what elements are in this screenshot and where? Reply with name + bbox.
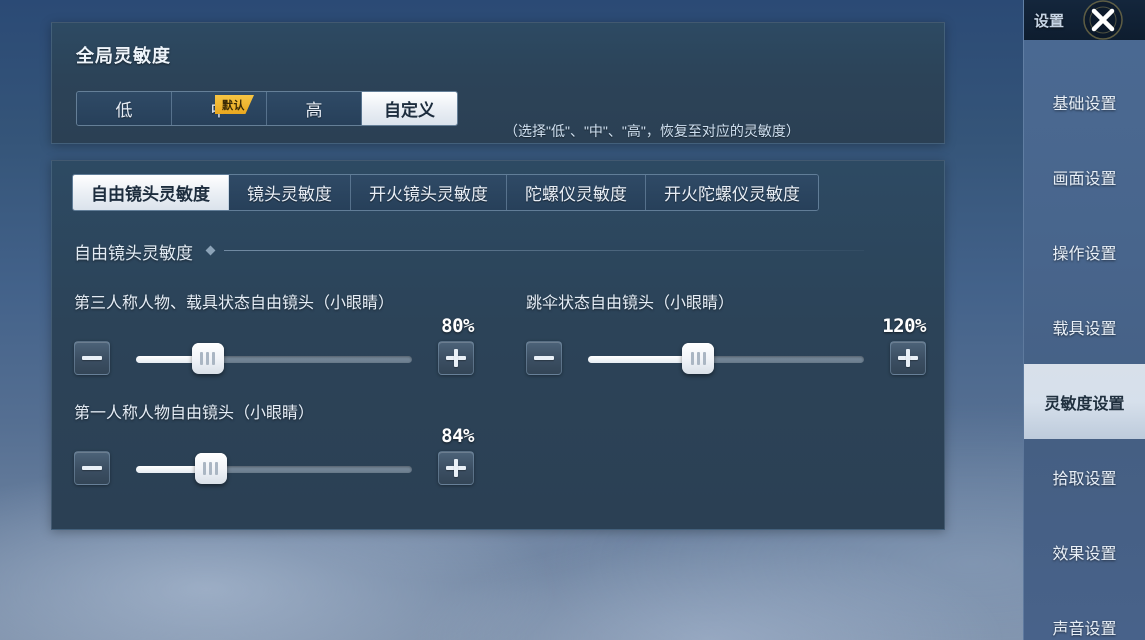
tab-free-camera-sensitivity[interactable]: 自由镜头灵敏度 [73, 175, 229, 210]
slider-track[interactable] [136, 356, 412, 363]
minus-icon [82, 356, 102, 360]
slider-decrease-button[interactable] [74, 341, 110, 375]
tab-label-gyroscope: 陀螺仪灵敏度 [525, 185, 627, 204]
sidebar-item-controls[interactable]: 操作设置 [1024, 214, 1145, 289]
slider-label-third-person-vehicle: 第三人称人物、载具状态自由镜头（小眼睛） [74, 295, 395, 312]
slider-row: 跳伞状态自由镜头（小眼睛） 120% [526, 289, 926, 397]
grip-line-icon [690, 352, 694, 365]
preset-button-custom[interactable]: 自定义 [362, 92, 457, 125]
sensitivity-detail-panel: 自由镜头灵敏度 镜头灵敏度 开火镜头灵敏度 陀螺仪灵敏度 开火陀螺仪灵敏度 自由… [51, 160, 945, 530]
tab-fire-camera-sensitivity[interactable]: 开火镜头灵敏度 [351, 175, 507, 210]
grip-line-icon [203, 462, 207, 475]
slider-row: 第三人称人物、载具状态自由镜头（小眼睛） 80% [74, 289, 474, 397]
slider-label-first-person: 第一人称人物自由镜头（小眼睛） [74, 405, 315, 422]
plus-icon [454, 459, 458, 477]
diamond-separator-icon [205, 245, 216, 256]
sidebar-item-pickup[interactable]: 拾取设置 [1024, 439, 1145, 514]
slider-track[interactable] [136, 466, 412, 473]
preset-button-group: 低 中 高 自定义 [76, 91, 458, 126]
plus-icon [906, 349, 910, 367]
preset-button-low[interactable]: 低 [77, 92, 172, 125]
sidebar-item-audio[interactable]: 声音设置 [1024, 589, 1145, 640]
sidebar-item-basic[interactable]: 基础设置 [1024, 64, 1145, 139]
sidebar-label-graphics: 画面设置 [1052, 170, 1117, 188]
header-divider-line [224, 250, 864, 251]
sidebar-item-vehicle[interactable]: 载具设置 [1024, 289, 1145, 364]
preset-label-low: 低 [115, 101, 133, 120]
tab-label-free-camera: 自由镜头灵敏度 [91, 185, 210, 204]
sidebar-label-controls: 操作设置 [1052, 245, 1117, 263]
slider-handle[interactable] [682, 343, 715, 374]
preset-hint-text: （选择"低"、"中"、"高"，恢复至对应的灵敏度） [504, 123, 800, 139]
preset-button-high[interactable]: 高 [267, 92, 362, 125]
sidebar-label-pickup: 拾取设置 [1052, 470, 1117, 488]
minus-icon [82, 466, 102, 470]
slider-value-first-person: 84% [441, 425, 474, 447]
slider-track-area[interactable] [136, 451, 412, 485]
slider-increase-button[interactable] [438, 451, 474, 485]
grip-line-icon [200, 352, 204, 365]
slider-increase-button[interactable] [438, 341, 474, 375]
preset-label-custom: 自定义 [384, 101, 435, 120]
grip-line-icon [206, 352, 210, 365]
tab-fire-gyroscope-sensitivity[interactable]: 开火陀螺仪灵敏度 [646, 175, 818, 210]
tab-label-camera: 镜头灵敏度 [247, 185, 332, 204]
grip-line-icon [215, 462, 219, 475]
tab-label-fire-camera: 开火镜头灵敏度 [369, 185, 488, 204]
grip-line-icon [212, 352, 216, 365]
section-header-label: 自由镜头灵敏度 [74, 244, 193, 263]
sidebar-label-vehicle: 载具设置 [1052, 320, 1117, 338]
settings-content-area: 全局灵敏度 默认 低 中 高 自定义 （选择"低"、"中"、"高"，恢复至对应的… [0, 0, 1023, 640]
sidebar-label-effects: 效果设置 [1052, 545, 1117, 563]
tab-camera-sensitivity[interactable]: 镜头灵敏度 [229, 175, 351, 210]
slider-increase-button[interactable] [890, 341, 926, 375]
global-sensitivity-title: 全局灵敏度 [76, 46, 171, 66]
sidebar-header: 设置 [1024, 0, 1145, 40]
slider-track-area[interactable] [588, 341, 864, 375]
sidebar-item-graphics[interactable]: 画面设置 [1024, 139, 1145, 214]
close-x-icon[interactable] [1079, 0, 1127, 44]
slider-value-parachute: 120% [882, 315, 926, 337]
sidebar-item-effects[interactable]: 效果设置 [1024, 514, 1145, 589]
sidebar-label-basic: 基础设置 [1052, 95, 1117, 113]
grip-line-icon [696, 352, 700, 365]
plus-icon [454, 349, 458, 367]
sidebar-label-sensitivity: 灵敏度设置 [1044, 395, 1125, 413]
slider-value-third-person-vehicle: 80% [441, 315, 474, 337]
slider-handle[interactable] [194, 453, 227, 484]
sidebar-menu: 基础设置 画面设置 操作设置 载具设置 灵敏度设置 拾取设置 效果设置 声音设置 [1024, 40, 1145, 640]
preset-label-high: 高 [305, 101, 323, 120]
slider-decrease-button[interactable] [74, 451, 110, 485]
slider-decrease-button[interactable] [526, 341, 562, 375]
minus-icon [534, 356, 554, 360]
slider-track[interactable] [588, 356, 864, 363]
sensitivity-tab-strip: 自由镜头灵敏度 镜头灵敏度 开火镜头灵敏度 陀螺仪灵敏度 开火陀螺仪灵敏度 [72, 174, 819, 211]
slider-track-area[interactable] [136, 341, 412, 375]
global-sensitivity-panel: 全局灵敏度 默认 低 中 高 自定义 （选择"低"、"中"、"高"，恢复至对应的… [51, 22, 945, 144]
tab-label-fire-gyroscope: 开火陀螺仪灵敏度 [664, 185, 800, 204]
sidebar-title: 设置 [1034, 12, 1065, 30]
grip-line-icon [209, 462, 213, 475]
tab-gyroscope-sensitivity[interactable]: 陀螺仪灵敏度 [507, 175, 646, 210]
slider-row: 第一人称人物自由镜头（小眼睛） 84% [74, 399, 474, 507]
settings-sidebar: 设置 基础设置 画面设置 操作设置 载具设置 灵敏度设置 拾取设置 效果设置 声… [1023, 0, 1145, 640]
slider-handle[interactable] [191, 343, 224, 374]
section-header-row: 自由镜头灵敏度 [74, 239, 924, 263]
slider-label-parachute: 跳伞状态自由镜头（小眼睛） [526, 295, 735, 312]
sidebar-item-sensitivity[interactable]: 灵敏度设置 [1024, 364, 1145, 439]
sidebar-label-audio: 声音设置 [1052, 620, 1117, 638]
grip-line-icon [702, 352, 706, 365]
